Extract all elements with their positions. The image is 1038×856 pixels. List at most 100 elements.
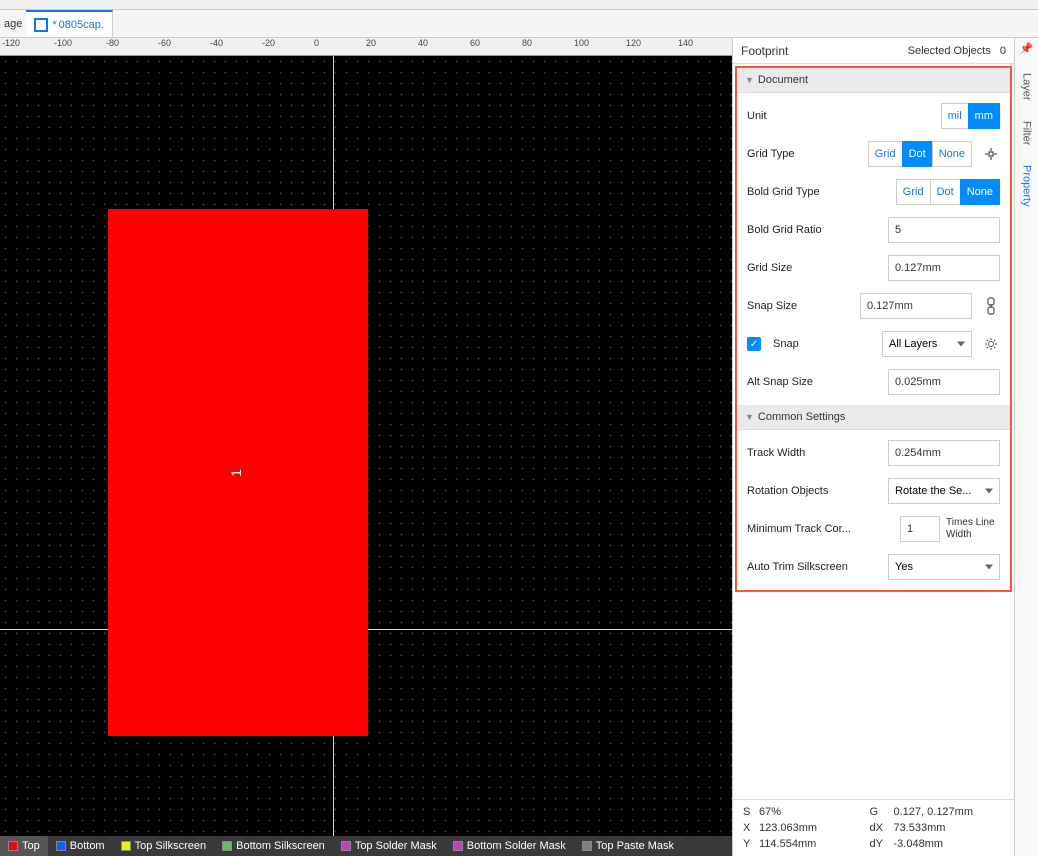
status-g-value: 0.127, 0.127mm: [894, 806, 1005, 818]
pad-1[interactable]: 1: [108, 209, 368, 736]
swatch-icon: [341, 841, 351, 851]
origin-target-icon[interactable]: [982, 145, 1000, 163]
bold-dot-button[interactable]: Dot: [930, 179, 961, 205]
grid-button[interactable]: Grid: [868, 141, 903, 167]
canvas[interactable]: 1: [0, 56, 732, 836]
link-icon[interactable]: [982, 297, 1000, 315]
status-bar: S 67% G 0.127, 0.127mm X 123.063mm dX 73…: [733, 799, 1014, 856]
panel-header: Footprint Selected Objects 0: [733, 38, 1014, 64]
canvas-wrap: -120-100-80-60-40-20020406080100120140 1…: [0, 38, 732, 856]
status-dy-label: dY: [870, 838, 894, 850]
gridsize-input[interactable]: [888, 255, 1000, 281]
status-s-label: S: [743, 806, 759, 818]
layer-item[interactable]: Top: [0, 836, 48, 856]
dot-button[interactable]: Dot: [902, 141, 933, 167]
snapsize-input[interactable]: [860, 293, 972, 319]
section-common[interactable]: ▼ Common Settings: [737, 405, 1010, 430]
mincorner-label: Minimum Track Cor...: [747, 523, 894, 535]
sidetab-layer[interactable]: Layer: [1021, 63, 1033, 111]
panel-title: Footprint: [741, 44, 788, 58]
sidetab-property[interactable]: Property: [1021, 155, 1033, 217]
autotrim-label: Auto Trim Silkscreen: [747, 561, 882, 573]
status-x-label: X: [743, 822, 759, 834]
none-button[interactable]: None: [932, 141, 972, 167]
chevron-down-icon: ▼: [745, 75, 754, 85]
ruler-horizontal: -120-100-80-60-40-20020406080100120140: [0, 38, 732, 56]
gear-icon[interactable]: [982, 335, 1000, 353]
boldgridtype-group: Grid Dot None: [896, 179, 1000, 205]
layer-item[interactable]: Top Paste Mask: [574, 836, 682, 856]
footprint-icon: [34, 18, 48, 32]
layer-item[interactable]: Top Solder Mask: [333, 836, 445, 856]
trackwidth-label: Track Width: [747, 447, 882, 459]
status-s-value: 67%: [759, 806, 870, 818]
status-dy-value: -3.048mm: [894, 838, 1005, 850]
status-y-label: Y: [743, 838, 759, 850]
gridtype-label: Grid Type: [747, 148, 862, 160]
section-document[interactable]: ▼ Document: [737, 68, 1010, 93]
tab-bar: age * 0805cap.: [0, 10, 1038, 38]
chevron-down-icon: ▼: [745, 412, 754, 422]
properties-panel: Footprint Selected Objects 0 ▼ Document …: [732, 38, 1014, 856]
bold-none-button[interactable]: None: [960, 179, 1000, 205]
unit-mm-button[interactable]: mm: [968, 103, 1000, 129]
ruler-tick: -60: [156, 38, 171, 55]
snap-checkbox[interactable]: ✓: [747, 337, 761, 351]
ruler-tick: -100: [52, 38, 72, 55]
layer-item[interactable]: Top Silkscreen: [113, 836, 215, 856]
layer-item[interactable]: Bottom Solder Mask: [445, 836, 574, 856]
gridtype-group: Grid Dot None: [868, 141, 972, 167]
layer-label: Top Paste Mask: [596, 840, 674, 852]
trackwidth-input[interactable]: [888, 440, 1000, 466]
ruler-tick: -40: [208, 38, 223, 55]
ruler-tick: 80: [520, 38, 532, 55]
sidetab-filter[interactable]: Filter: [1021, 111, 1033, 155]
layer-label: Top Solder Mask: [355, 840, 437, 852]
altsnap-label: Alt Snap Size: [747, 376, 882, 388]
main-area: -120-100-80-60-40-20020406080100120140 1…: [0, 38, 1038, 856]
ruler-tick: -20: [260, 38, 275, 55]
tab-0805cap[interactable]: * 0805cap.: [26, 10, 113, 37]
ruler-tick: 120: [624, 38, 641, 55]
ruler-tick: 0: [312, 38, 319, 55]
status-g-label: G: [870, 806, 894, 818]
unit-group: mil mm: [941, 103, 1000, 129]
side-tabs: 📌 Layer Filter Property: [1014, 38, 1038, 856]
layer-label: Top: [22, 840, 40, 852]
boldgridratio-input[interactable]: [888, 217, 1000, 243]
unit-mil-button[interactable]: mil: [941, 103, 969, 129]
tab-label: 0805cap.: [59, 19, 104, 31]
ruler-tick: -80: [104, 38, 119, 55]
bold-grid-button[interactable]: Grid: [896, 179, 931, 205]
swatch-icon: [582, 841, 592, 851]
layer-label: Bottom Silkscreen: [236, 840, 325, 852]
swatch-icon: [453, 841, 463, 851]
altsnap-input[interactable]: [888, 369, 1000, 395]
ruler-tick: 60: [468, 38, 480, 55]
status-dx-value: 73.533mm: [894, 822, 1005, 834]
ruler-tick: 140: [676, 38, 693, 55]
status-dx-label: dX: [870, 822, 894, 834]
layer-item[interactable]: Bottom Silkscreen: [214, 836, 333, 856]
layer-label: Bottom Solder Mask: [467, 840, 566, 852]
ruler-tick: 100: [572, 38, 589, 55]
page-label: age: [0, 18, 26, 30]
mincorner-input[interactable]: [900, 516, 940, 542]
gridsize-label: Grid Size: [747, 262, 882, 274]
pin-icon[interactable]: 📌: [1020, 42, 1034, 55]
swatch-icon: [56, 841, 66, 851]
unit-label: Unit: [747, 110, 935, 122]
boldgridtype-label: Bold Grid Type: [747, 186, 890, 198]
rotation-select[interactable]: Rotate the Se...: [888, 478, 1000, 504]
snap-scope-select[interactable]: All Layers: [882, 331, 972, 357]
snap-label: Snap: [773, 338, 799, 350]
selected-count: 0: [1000, 45, 1006, 57]
swatch-icon: [222, 841, 232, 851]
ruler-tick: -120: [0, 38, 20, 55]
autotrim-select[interactable]: Yes: [888, 554, 1000, 580]
layer-item[interactable]: Bottom: [48, 836, 113, 856]
ruler-tick: 40: [416, 38, 428, 55]
status-y-value: 114.554mm: [759, 838, 870, 850]
rotation-label: Rotation Objects: [747, 485, 882, 497]
status-x-value: 123.063mm: [759, 822, 870, 834]
